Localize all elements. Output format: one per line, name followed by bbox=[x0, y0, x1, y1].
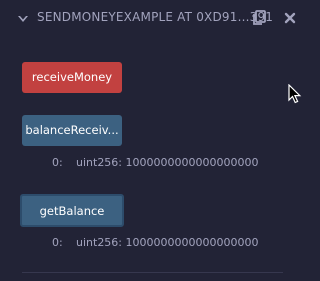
output-index: 0: bbox=[52, 236, 63, 249]
balance-received-button[interactable]: balanceReceiv... bbox=[22, 115, 122, 146]
chevron-down-icon[interactable] bbox=[16, 12, 30, 26]
close-icon[interactable] bbox=[283, 11, 297, 25]
get-balance-output: 0: uint256: 1000000000000000000 bbox=[52, 236, 258, 249]
receive-money-button[interactable]: receiveMoney bbox=[22, 62, 122, 93]
output-value: uint256: 1000000000000000000 bbox=[76, 156, 259, 169]
deployed-contract-panel: SENDMONEYEXAMPLE AT 0XD91...391 receiveM… bbox=[0, 0, 309, 281]
contract-header[interactable]: SENDMONEYEXAMPLE AT 0XD91...391 bbox=[0, 0, 309, 36]
balance-received-output: 0: uint256: 1000000000000000000 bbox=[52, 156, 258, 169]
output-value: uint256: 1000000000000000000 bbox=[76, 236, 259, 249]
contract-title: SENDMONEYEXAMPLE AT 0XD91...391 bbox=[37, 10, 274, 24]
mouse-cursor-icon bbox=[288, 84, 302, 104]
panel-divider bbox=[22, 272, 283, 273]
get-balance-button[interactable]: getBalance bbox=[20, 194, 124, 227]
output-index: 0: bbox=[52, 156, 63, 169]
copy-icon[interactable] bbox=[251, 10, 267, 26]
